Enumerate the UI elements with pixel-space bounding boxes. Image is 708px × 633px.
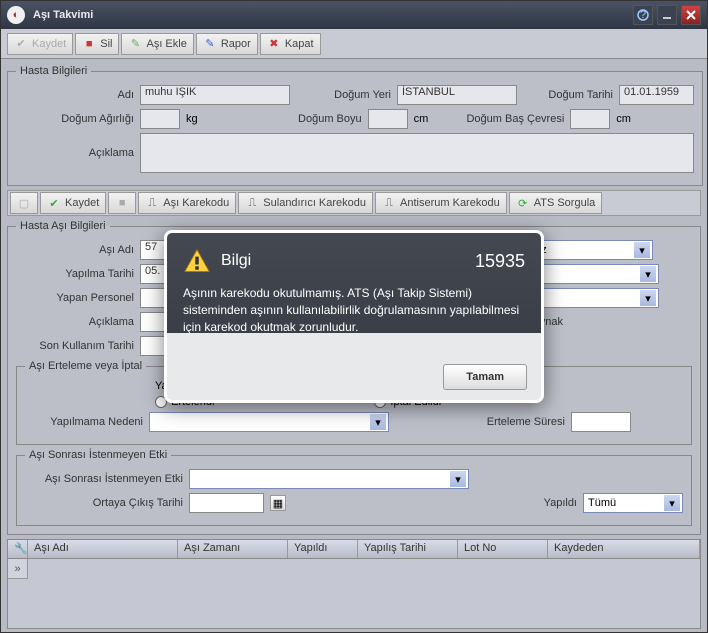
dialog-code: 15935 <box>475 251 525 272</box>
dialog-title: Bilgi <box>221 252 465 270</box>
info-dialog: Bilgi 15935 Aşının karekodu okutulmamış.… <box>164 230 544 402</box>
dialog-message: Aşının karekodu okutulmamış. ATS (Aşı Ta… <box>183 285 525 335</box>
ok-button[interactable]: Tamam <box>443 364 527 390</box>
modal-overlay: Bilgi 15935 Aşının karekodu okutulmamış.… <box>0 0 708 633</box>
warning-icon <box>183 247 211 275</box>
